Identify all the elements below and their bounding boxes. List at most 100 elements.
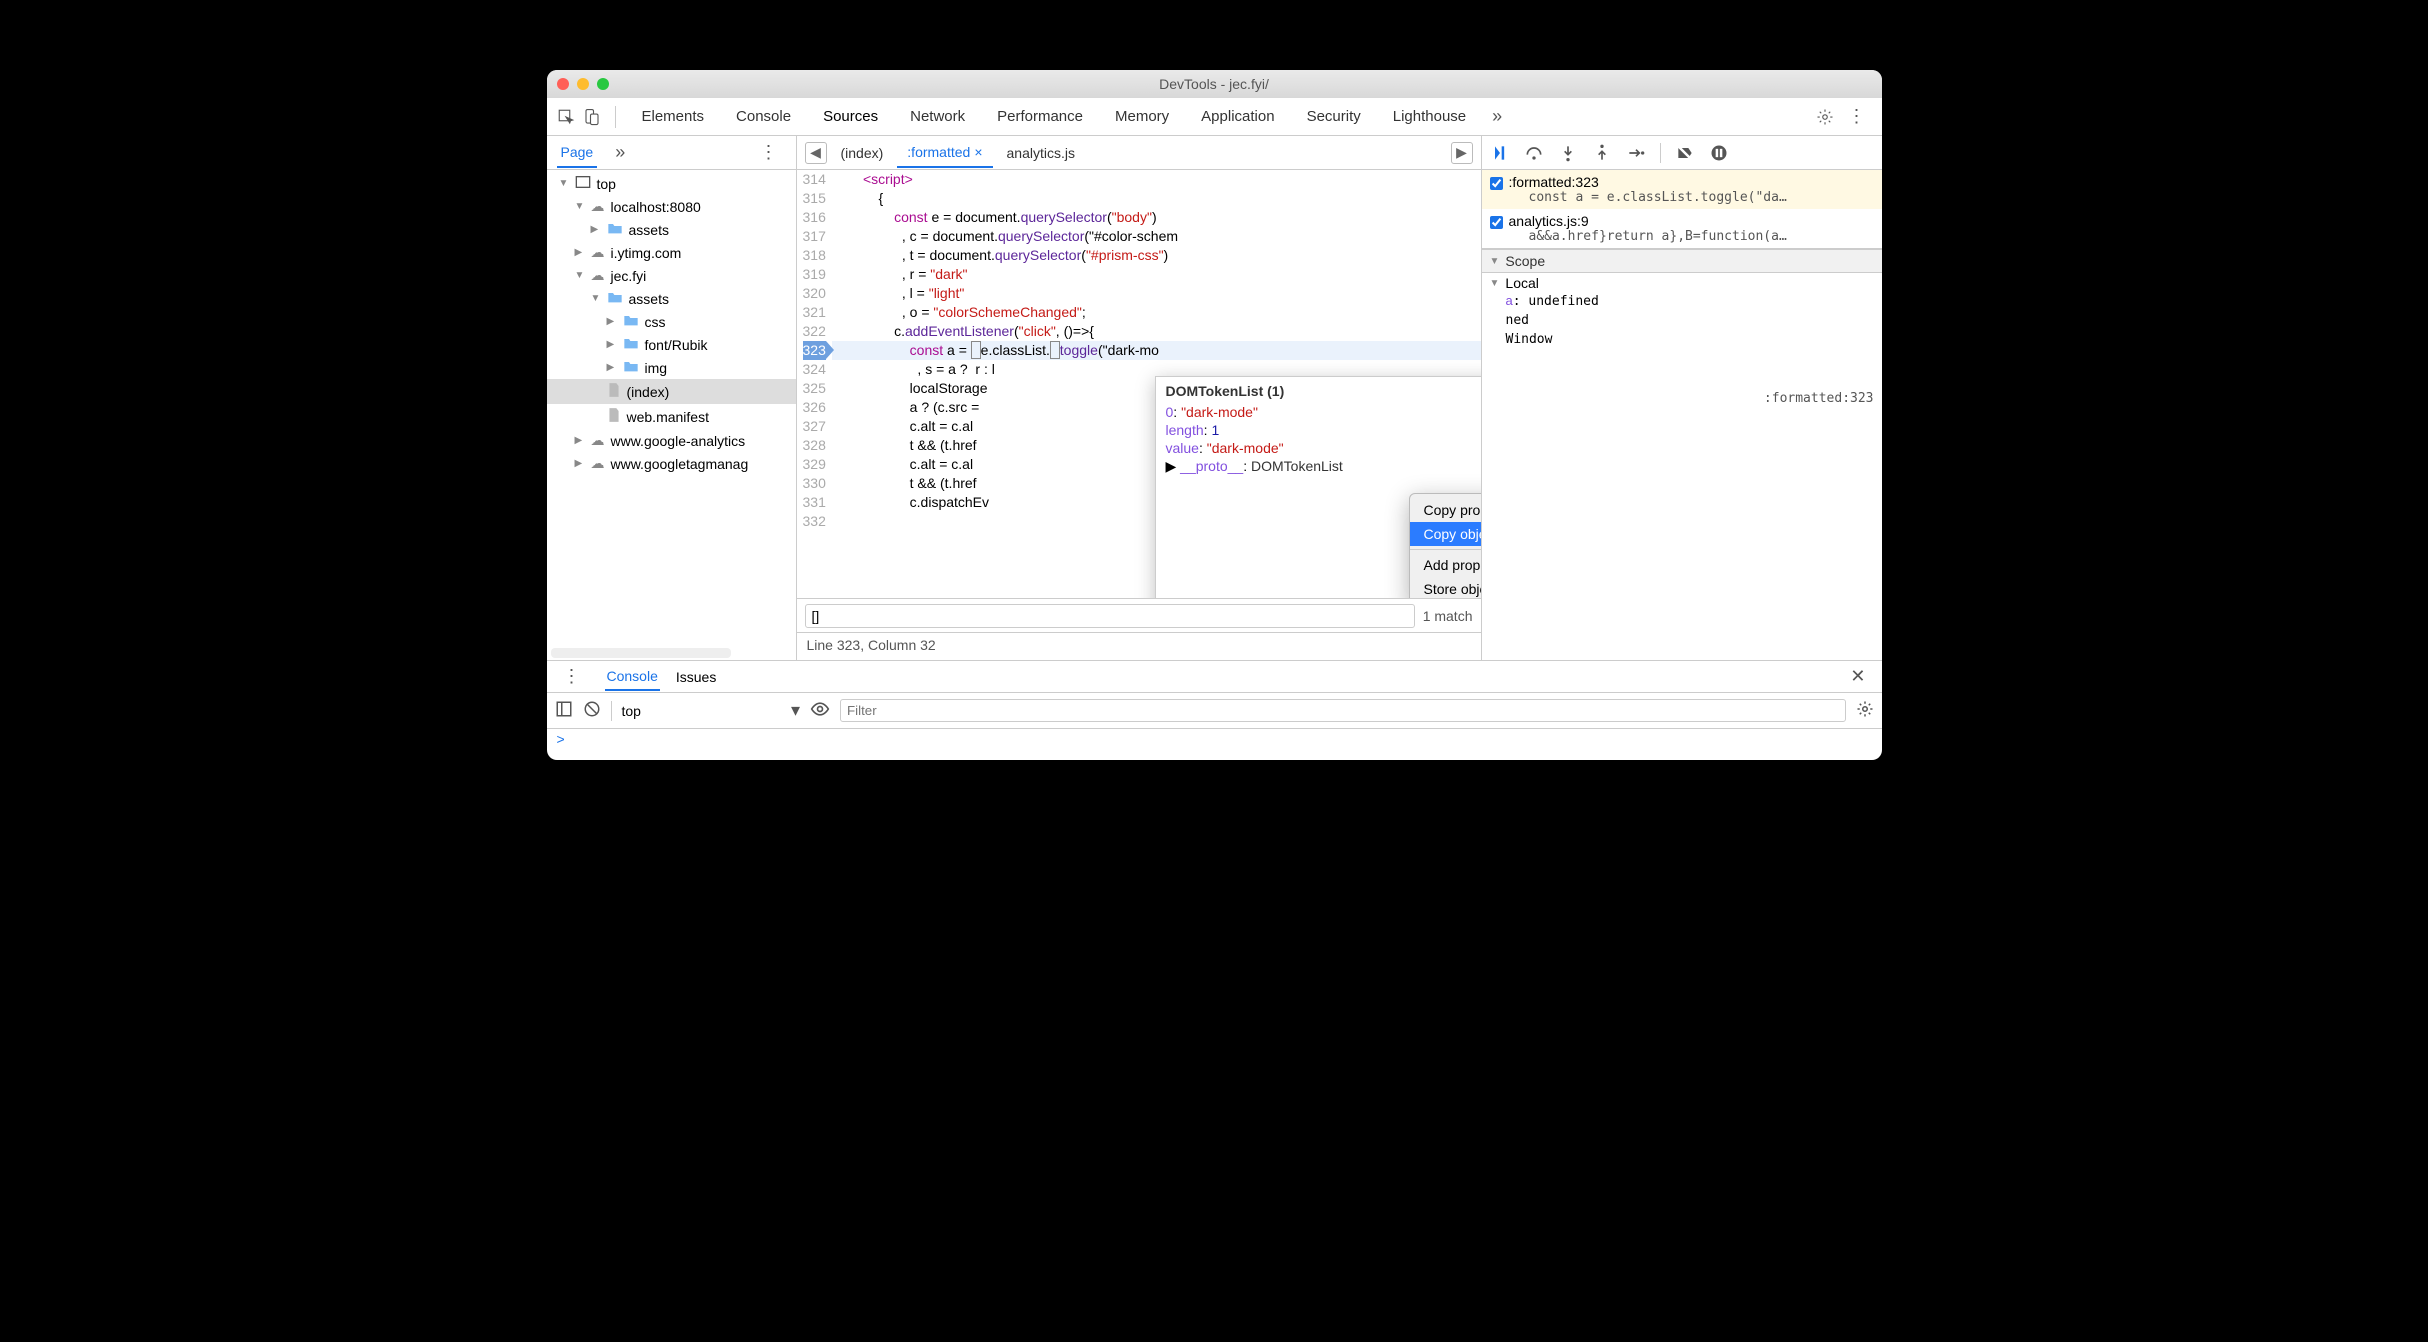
more-navigator-icon[interactable]: » <box>607 142 633 163</box>
inspect-icon[interactable] <box>555 106 577 128</box>
console-sidebar-icon[interactable] <box>555 700 573 721</box>
popup-property[interactable]: value: "dark-mode" <box>1166 439 1481 457</box>
drawer-tab-console[interactable]: Console <box>605 663 660 691</box>
tree-node[interactable]: ▼☁ jec.fyi <box>547 264 796 287</box>
device-icon[interactable] <box>581 106 603 128</box>
breakpoint-checkbox[interactable] <box>1490 216 1503 229</box>
popup-property[interactable]: ▶ __proto__: DOMTokenList <box>1166 457 1481 476</box>
tab-network[interactable]: Network <box>896 102 979 131</box>
editor-pane: ◀ (index):formatted ×analytics.js ▶ 3143… <box>797 136 1482 660</box>
navigator-tabs: Page » ⋮ <box>547 136 796 170</box>
popup-header: DOMTokenList (1) <box>1166 383 1481 399</box>
scope-variable[interactable]: ned <box>1490 311 1874 330</box>
console-gear-icon[interactable] <box>1856 700 1874 721</box>
tab-performance[interactable]: Performance <box>983 102 1097 131</box>
scope-variable[interactable]: a: undefined <box>1490 291 1874 311</box>
tree-node[interactable]: ▶☁ i.ytimg.com <box>547 241 796 264</box>
breakpoints-list: :formatted:323const a = e.classList.togg… <box>1482 170 1882 249</box>
code-editor[interactable]: 3143153163173183193203213223233243253263… <box>797 170 1481 598</box>
console-drawer: ⋮ Console Issues ✕ top ▾ > <box>547 660 1882 760</box>
more-tabs-icon[interactable]: » <box>1484 106 1510 127</box>
search-bar: 1 match <box>797 598 1481 632</box>
close-tab-icon[interactable]: × <box>974 144 982 160</box>
breakpoint-item[interactable]: :formatted:323const a = e.classList.togg… <box>1482 170 1882 209</box>
deactivate-breakpoints-icon[interactable] <box>1675 143 1695 163</box>
cloud-icon: ☁ <box>591 198 605 215</box>
tree-label: (index) <box>627 384 670 400</box>
tab-application[interactable]: Application <box>1187 102 1288 131</box>
tab-sources[interactable]: Sources <box>809 102 892 131</box>
cloud-icon: ☁ <box>591 267 605 284</box>
tab-memory[interactable]: Memory <box>1101 102 1183 131</box>
scope-pane: ▼Local a: undefined ned Window :formatte… <box>1482 273 1882 410</box>
frame-icon <box>575 175 591 192</box>
horizontal-scrollbar[interactable] <box>551 648 731 658</box>
clear-console-icon[interactable] <box>583 700 601 721</box>
step-into-icon[interactable] <box>1558 143 1578 163</box>
menu-item[interactable]: Add property path to watch <box>1410 553 1481 577</box>
file-tab[interactable]: :formatted × <box>897 138 992 168</box>
tree-label: css <box>645 314 666 330</box>
tree-node[interactable]: ▶☁ www.googletagmanag <box>547 452 796 475</box>
popup-property[interactable]: 0: "dark-mode" <box>1166 403 1481 421</box>
tree-node[interactable]: ▶☁ www.google-analytics <box>547 429 796 452</box>
separator <box>615 106 616 128</box>
tab-lighthouse[interactable]: Lighthouse <box>1379 102 1480 131</box>
tab-console[interactable]: Console <box>722 102 805 131</box>
resume-icon[interactable] <box>1490 143 1510 163</box>
file-icon <box>607 407 621 426</box>
statusbar: Line 323, Column 32 <box>797 632 1481 660</box>
tree-node[interactable]: ▼☁ localhost:8080 <box>547 195 796 218</box>
breakpoint-item[interactable]: analytics.js:9a&&a.href}return a},B=func… <box>1482 209 1882 248</box>
tree-node[interactable]: ▶ assets <box>547 218 796 241</box>
tab-page[interactable]: Page <box>557 138 598 168</box>
gear-icon[interactable] <box>1814 106 1836 128</box>
tree-node[interactable]: ▼ assets <box>547 287 796 310</box>
cloud-icon: ☁ <box>591 455 605 472</box>
folder-icon <box>623 359 639 376</box>
scope-variable[interactable]: Window <box>1490 330 1874 349</box>
menu-item[interactable]: Store object as global variable <box>1410 577 1481 598</box>
eye-icon[interactable] <box>810 699 830 722</box>
tab-elements[interactable]: Elements <box>628 102 719 131</box>
tree-node[interactable]: ▼ top <box>547 172 796 195</box>
tree-label: img <box>645 360 668 376</box>
scope-local-label[interactable]: Local <box>1505 275 1538 291</box>
console-context[interactable]: top <box>622 703 641 719</box>
kebab-icon[interactable]: ⋮ <box>1840 106 1874 127</box>
search-input[interactable] <box>805 604 1415 628</box>
console-prompt[interactable]: > <box>547 729 1882 749</box>
tree-node[interactable]: (index) <box>547 379 796 404</box>
file-tab[interactable]: (index) <box>831 139 894 167</box>
pause-on-exceptions-icon[interactable] <box>1709 143 1729 163</box>
callstack-location[interactable]: :formatted:323 <box>1490 389 1874 408</box>
scope-header[interactable]: ▼Scope <box>1482 249 1882 273</box>
step-icon[interactable] <box>1626 143 1646 163</box>
file-tree[interactable]: ▼ top▼☁ localhost:8080▶ assets▶☁ i.ytimg… <box>547 170 796 646</box>
close-drawer-icon[interactable]: ✕ <box>1842 666 1873 687</box>
drawer-kebab-icon[interactable]: ⋮ <box>555 666 589 687</box>
drawer-tab-issues[interactable]: Issues <box>676 669 716 685</box>
console-filter-input[interactable] <box>840 699 1845 722</box>
tree-node[interactable]: ▶ css <box>547 310 796 333</box>
step-out-icon[interactable] <box>1592 143 1612 163</box>
breakpoint-checkbox[interactable] <box>1490 177 1503 190</box>
menu-item[interactable]: Copy object <box>1410 522 1481 546</box>
tree-node[interactable]: ▶ font/Rubik <box>547 333 796 356</box>
navigator-pane: Page » ⋮ ▼ top▼☁ localhost:8080▶ assets▶… <box>547 136 797 660</box>
navigator-kebab-icon[interactable]: ⋮ <box>752 142 786 163</box>
nav-fwd-icon[interactable]: ▶ <box>1451 142 1473 164</box>
tree-label: web.manifest <box>627 409 709 425</box>
tab-security[interactable]: Security <box>1293 102 1375 131</box>
popup-property[interactable]: length: 1 <box>1166 421 1481 439</box>
tree-node[interactable]: web.manifest <box>547 404 796 429</box>
step-over-icon[interactable] <box>1524 143 1544 163</box>
menu-item[interactable]: Copy property path <box>1410 498 1481 522</box>
chevron-down-icon[interactable]: ▾ <box>791 700 800 721</box>
file-tabs: ◀ (index):formatted ×analytics.js ▶ <box>797 136 1481 170</box>
tree-node[interactable]: ▶ img <box>547 356 796 379</box>
file-tab[interactable]: analytics.js <box>997 139 1085 167</box>
debugger-toolbar <box>1482 136 1882 170</box>
nav-back-icon[interactable]: ◀ <box>805 142 827 164</box>
tree-label: i.ytimg.com <box>611 245 682 261</box>
